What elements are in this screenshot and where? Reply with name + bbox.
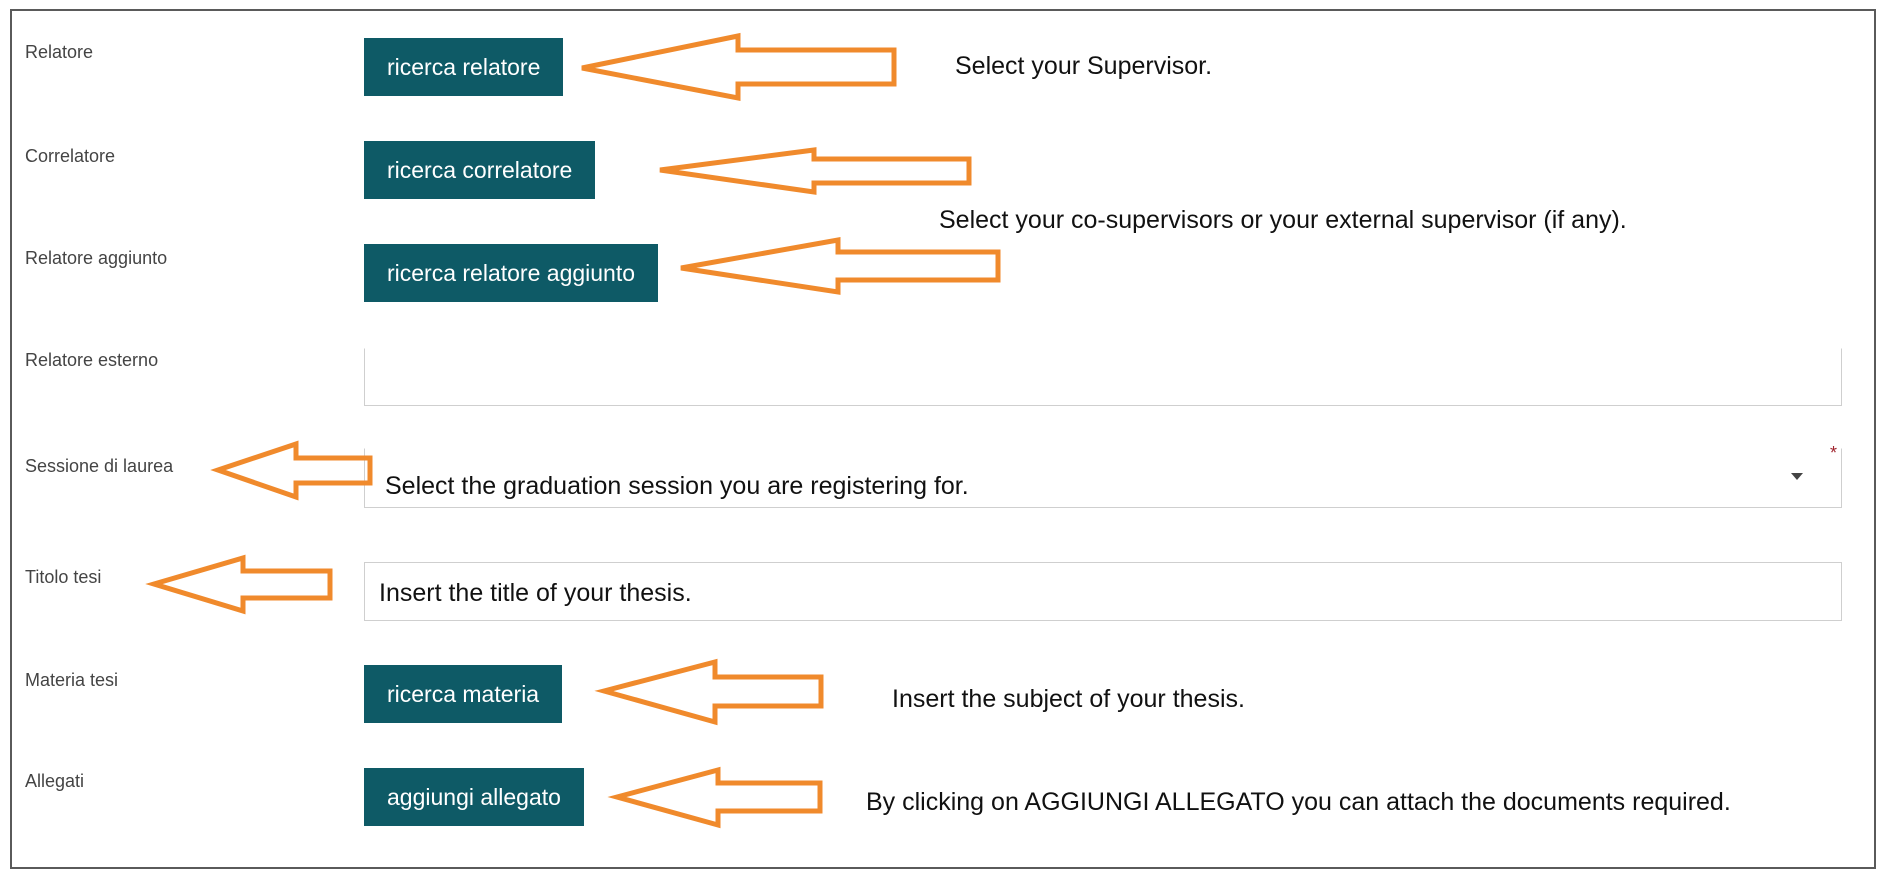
- arrow-left-icon: [659, 147, 972, 195]
- annotation-arrows: [145, 32, 1001, 829]
- arrow-left-icon: [210, 440, 373, 501]
- arrow-left-icon: [607, 766, 823, 829]
- arrow-left-icon: [145, 554, 333, 615]
- arrow-left-icon: [680, 237, 1001, 295]
- arrow-left-icon: [581, 32, 897, 102]
- arrow-left-icon: [594, 658, 824, 726]
